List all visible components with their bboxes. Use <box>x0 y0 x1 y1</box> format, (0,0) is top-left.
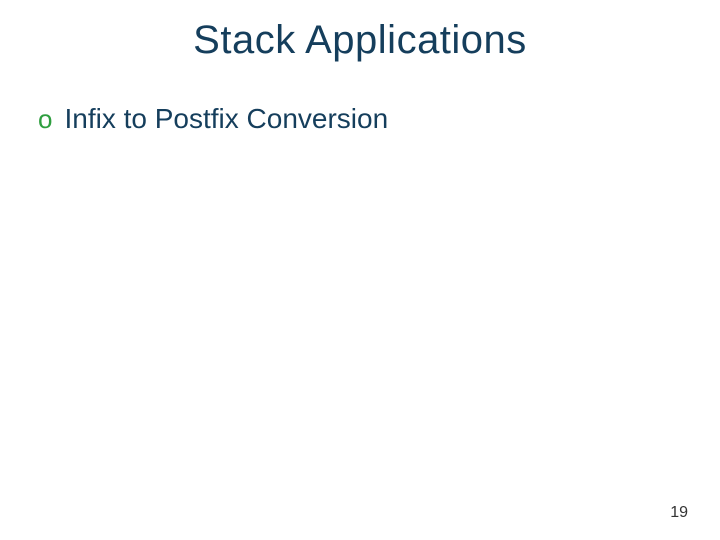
bullet-text: Infix to Postfix Conversion <box>64 103 388 135</box>
page-number: 19 <box>670 504 688 522</box>
slide-title: Stack Applications <box>0 0 720 63</box>
slide-container: Stack Applications o Infix to Postfix Co… <box>0 0 720 540</box>
bullet-marker-icon: o <box>38 106 52 132</box>
bullet-item: o Infix to Postfix Conversion <box>38 103 720 135</box>
slide-content: o Infix to Postfix Conversion <box>0 63 720 135</box>
